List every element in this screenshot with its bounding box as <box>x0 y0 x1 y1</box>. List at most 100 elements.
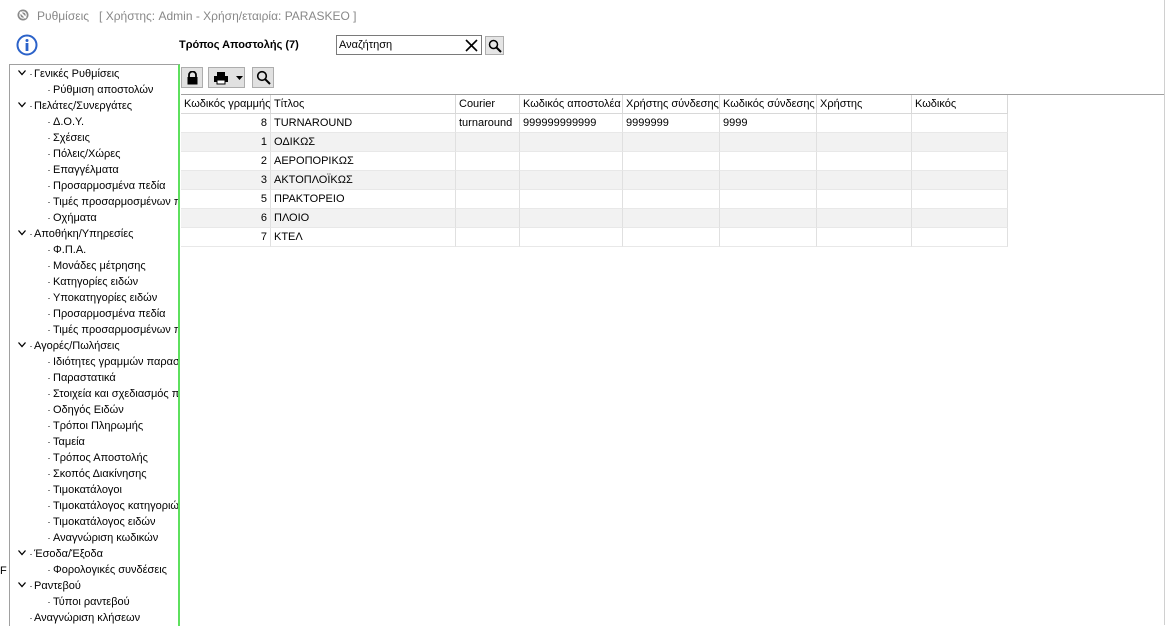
tree-item[interactable]: Ραντεβού <box>10 578 178 594</box>
table-row[interactable]: 1 ΟΔΙΚΩΣ <box>181 133 1008 152</box>
table-cell[interactable]: 6 <box>181 209 271 228</box>
tree-item[interactable]: Πόλεις/Χώρες <box>10 146 178 162</box>
tree-item[interactable]: Δ.Ο.Υ. <box>10 114 178 130</box>
tree-item[interactable]: Τιμοκατάλογος κατηγοριώ <box>10 498 178 514</box>
tree-item[interactable]: Αναγνώριση κωδικών <box>10 530 178 546</box>
chevron-down-icon[interactable] <box>18 70 26 76</box>
table-cell[interactable]: ΟΔΙΚΩΣ <box>271 133 456 152</box>
close-icon[interactable] <box>465 39 478 52</box>
chevron-down-icon[interactable] <box>18 230 26 236</box>
tree-item[interactable]: Ρύθμιση αποστολών <box>10 82 178 98</box>
tree-item[interactable]: Έσοδα/Έξοδα <box>10 546 178 562</box>
table-cell[interactable] <box>817 114 912 133</box>
column-header[interactable]: Κωδικός σύνδεσης <box>720 95 817 114</box>
tree-item[interactable]: Πελάτες/Συνεργάτες <box>10 98 178 114</box>
table-cell[interactable]: ΠΛΟΙΟ <box>271 209 456 228</box>
tree-item[interactable]: Τιμοκατάλογος ειδών <box>10 514 178 530</box>
table-row[interactable]: 5 ΠΡΑΚΤΟΡΕΙΟ <box>181 190 1008 209</box>
column-header[interactable]: Τίτλος <box>271 95 456 114</box>
info-icon[interactable] <box>16 34 38 56</box>
table-cell[interactable] <box>623 133 720 152</box>
tree-item[interactable]: Στοιχεία και σχεδιασμός π <box>10 386 178 402</box>
lock-button[interactable] <box>181 67 203 88</box>
table-cell[interactable] <box>520 133 623 152</box>
table-cell[interactable]: turnaround <box>456 114 520 133</box>
tree-item[interactable]: Αποθήκη/Υπηρεσίες <box>10 226 178 242</box>
table-cell[interactable] <box>456 209 520 228</box>
table-cell[interactable]: 7 <box>181 228 271 247</box>
table-cell[interactable]: 5 <box>181 190 271 209</box>
table-row[interactable]: 6 ΠΛΟΙΟ <box>181 209 1008 228</box>
table-cell[interactable] <box>817 152 912 171</box>
table-cell[interactable] <box>623 228 720 247</box>
tree-item[interactable]: Κατηγορίες ειδών <box>10 274 178 290</box>
data-grid[interactable]: Κωδικός γραμμής Τίτλος Courier Κωδικός αποσ… <box>181 94 1167 626</box>
table-cell[interactable] <box>520 171 623 190</box>
table-cell[interactable]: 2 <box>181 152 271 171</box>
table-cell[interactable] <box>720 209 817 228</box>
tree-item[interactable]: Τύποι ραντεβού <box>10 594 178 610</box>
tree-item[interactable]: Σχέσεις <box>10 130 178 146</box>
table-row[interactable]: 3 ΑΚΤΟΠΛΟΪΚΩΣ <box>181 171 1008 190</box>
search-button[interactable] <box>485 36 504 55</box>
tree-item[interactable]: Ταμεία <box>10 434 178 450</box>
table-cell[interactable] <box>623 171 720 190</box>
table-cell[interactable] <box>817 133 912 152</box>
table-cell[interactable] <box>817 209 912 228</box>
tree-item[interactable]: Επαγγέλματα <box>10 162 178 178</box>
table-cell[interactable] <box>817 190 912 209</box>
table-cell[interactable] <box>817 171 912 190</box>
table-cell[interactable] <box>520 152 623 171</box>
table-cell[interactable] <box>623 152 720 171</box>
table-cell[interactable]: ΚΤΕΛ <box>271 228 456 247</box>
tree-item[interactable]: Γενικές Ρυθμίσεις <box>10 66 178 82</box>
table-cell[interactable]: ΑΚΤΟΠΛΟΪΚΩΣ <box>271 171 456 190</box>
table-cell[interactable] <box>456 152 520 171</box>
table-cell[interactable] <box>720 133 817 152</box>
tree-item[interactable]: Φορολογικές συνδέσεις <box>10 562 178 578</box>
table-cell[interactable]: ΑΕΡΟΠΟΡΙΚΩΣ <box>271 152 456 171</box>
table-cell[interactable] <box>912 228 1008 247</box>
settings-tree[interactable]: Γενικές Ρυθμίσεις Ρύθμιση αποστολών Πελάτε… <box>9 64 180 626</box>
table-row[interactable]: 2 ΑΕΡΟΠΟΡΙΚΩΣ <box>181 152 1008 171</box>
table-cell[interactable] <box>912 114 1008 133</box>
column-header[interactable]: Χρήστης <box>817 95 912 114</box>
tree-item[interactable]: Φ.Π.Α. <box>10 242 178 258</box>
tree-item[interactable]: Προσαρμοσμένα πεδία <box>10 306 178 322</box>
print-button[interactable] <box>208 67 245 88</box>
tree-item[interactable]: Υποκατηγορίες ειδών <box>10 290 178 306</box>
table-cell[interactable]: 1 <box>181 133 271 152</box>
table-cell[interactable] <box>912 190 1008 209</box>
search-box[interactable] <box>336 35 482 55</box>
column-header[interactable]: Courier <box>456 95 520 114</box>
find-button[interactable] <box>252 67 274 88</box>
table-cell[interactable] <box>817 228 912 247</box>
search-input[interactable] <box>339 37 457 53</box>
table-cell[interactable]: 999999999999 <box>520 114 623 133</box>
table-cell[interactable] <box>456 228 520 247</box>
table-cell[interactable]: 9999 <box>720 114 817 133</box>
tree-item[interactable]: Ιδιότητες γραμμών παρασ <box>10 354 178 370</box>
tree-item[interactable]: Τρόποι Πληρωμής <box>10 418 178 434</box>
chevron-down-icon[interactable] <box>236 76 243 81</box>
tree-item[interactable]: Τρόπος Αποστολής <box>10 450 178 466</box>
column-header[interactable]: Χρήστης σύνδεσης <box>623 95 720 114</box>
table-cell[interactable] <box>912 152 1008 171</box>
table-cell[interactable] <box>912 171 1008 190</box>
column-header[interactable]: Κωδικός γραμμής <box>181 95 271 114</box>
chevron-down-icon[interactable] <box>18 342 26 348</box>
table-cell[interactable]: ΠΡΑΚΤΟΡΕΙΟ <box>271 190 456 209</box>
table-cell[interactable] <box>520 190 623 209</box>
table-cell[interactable] <box>720 190 817 209</box>
tree-item[interactable]: Οδηγός Ειδών <box>10 402 178 418</box>
tree-item[interactable]: Οχήματα <box>10 210 178 226</box>
table-cell[interactable]: 3 <box>181 171 271 190</box>
chevron-down-icon[interactable] <box>18 550 26 556</box>
tree-item[interactable]: Μονάδες μέτρησης <box>10 258 178 274</box>
table-cell[interactable] <box>520 228 623 247</box>
chevron-down-icon[interactable] <box>18 102 26 108</box>
table-row[interactable]: 7 ΚΤΕΛ <box>181 228 1008 247</box>
table-cell[interactable]: 9999999 <box>623 114 720 133</box>
tree-item[interactable]: Παραστατικά <box>10 370 178 386</box>
table-cell[interactable]: 8 <box>181 114 271 133</box>
